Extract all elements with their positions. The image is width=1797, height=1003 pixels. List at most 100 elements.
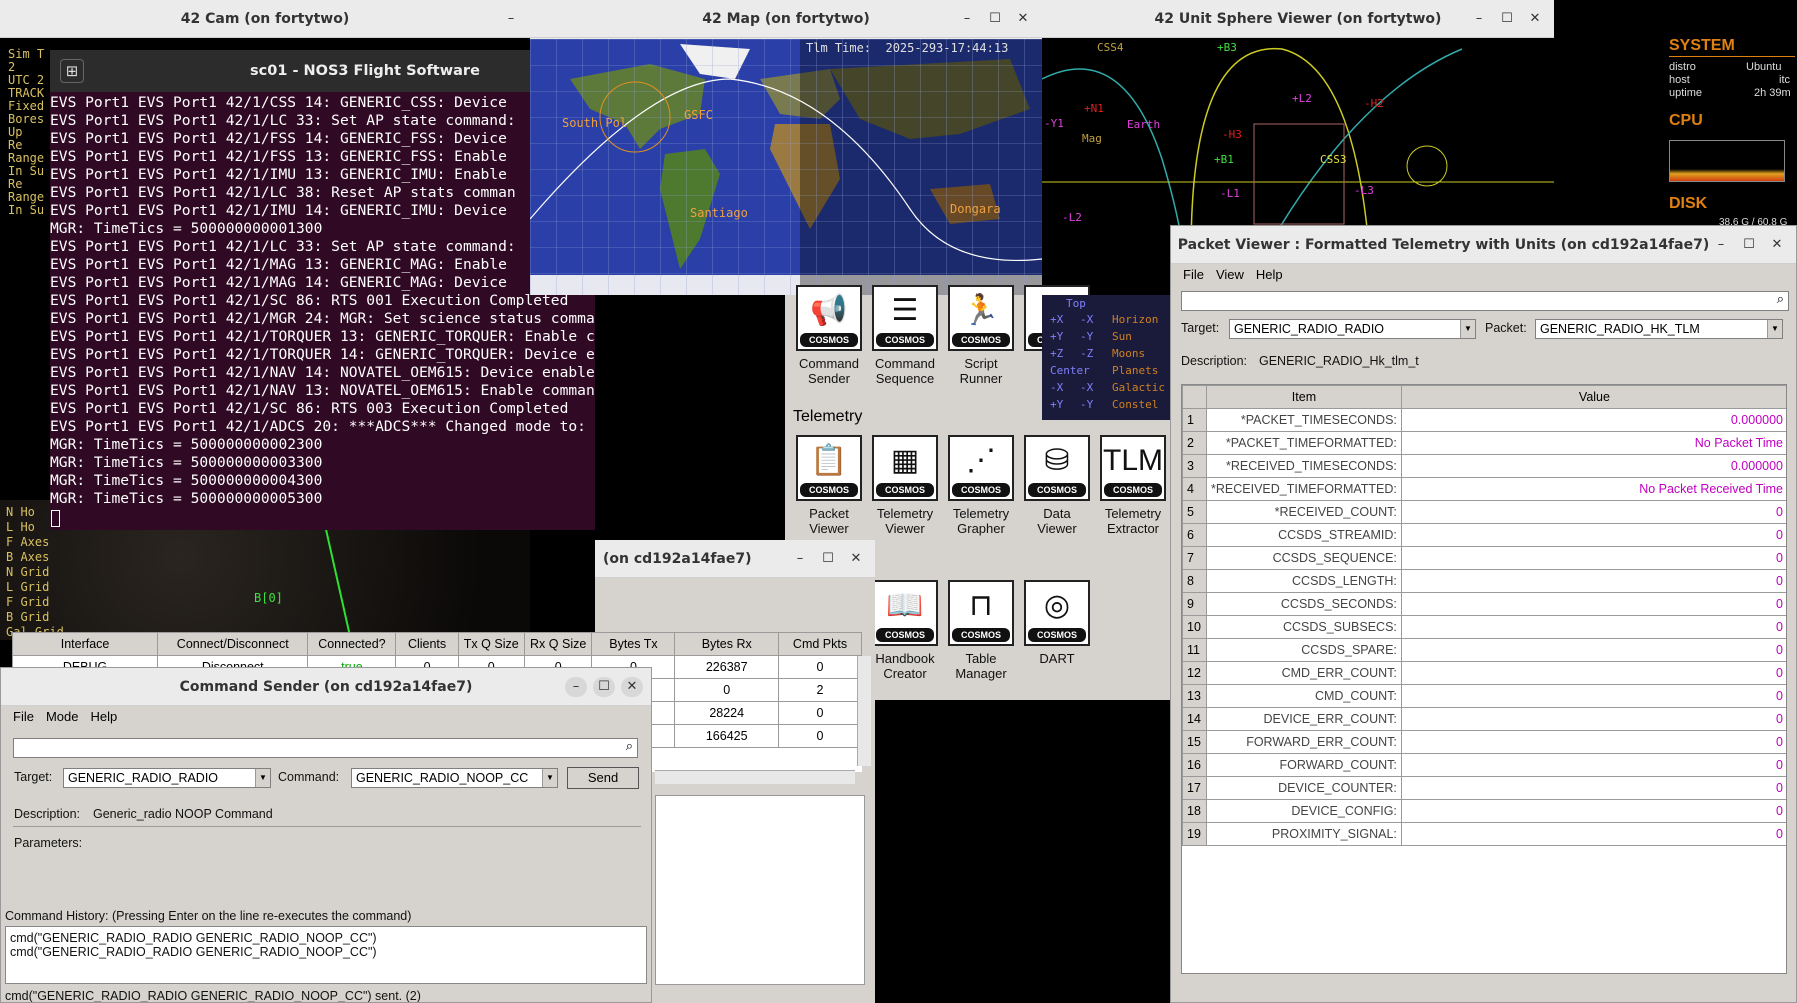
table-row[interactable]: 5 *RECEIVED_COUNT: 0: [1182, 500, 1786, 524]
tlm-launcher[interactable]: TLM COSMOS Telemetry Extractor: [1097, 435, 1169, 536]
minimize-icon[interactable]: –: [500, 9, 522, 29]
menu-mode[interactable]: Mode: [40, 706, 85, 728]
search-icon[interactable]: ⌕: [1777, 292, 1784, 307]
minimize-icon[interactable]: –: [1710, 235, 1732, 255]
iface-col-header[interactable]: Connected?: [307, 632, 397, 656]
panel-toggle[interactable]: Moons: [1112, 347, 1145, 360]
table-row[interactable]: 17 DEVICE_COUNTER: 0: [1182, 776, 1786, 800]
col-item[interactable]: Item: [1206, 385, 1402, 409]
panel-button[interactable]: +Z: [1050, 347, 1063, 360]
panel-button[interactable]: -Z: [1080, 347, 1093, 360]
packet-viewer-window[interactable]: Packet Viewer : Formatted Telemetry with…: [1170, 225, 1797, 1003]
table-row[interactable]: 1 *PACKET_TIMESECONDS: 0.000000: [1182, 408, 1786, 432]
packet-launcher[interactable]: 📋 COSMOS Packet Viewer: [793, 435, 865, 536]
megaphone-launcher[interactable]: 📢 COSMOS Command Sender: [793, 285, 865, 386]
search-icon[interactable]: ⌕: [626, 739, 633, 754]
vscrollbar[interactable]: [857, 656, 871, 766]
menu-file[interactable]: File: [1177, 264, 1210, 286]
table-row[interactable]: 18 DEVICE_CONFIG: 0: [1182, 799, 1786, 823]
packet-titlebar[interactable]: Packet Viewer : Formatted Telemetry with…: [1171, 226, 1796, 264]
table-row[interactable]: 15 FORWARD_ERR_COUNT: 0: [1182, 730, 1786, 754]
panel-button[interactable]: -X: [1050, 381, 1063, 394]
table-row[interactable]: 13 CMD_COUNT: 0: [1182, 684, 1786, 708]
close-icon[interactable]: ✕: [1012, 9, 1034, 29]
map-titlebar[interactable]: 42 Map (on fortytwo) – ☐ ✕: [530, 0, 1042, 38]
sender-titlebar[interactable]: Command Sender (on cd192a14fae7) – ☐ ✕: [1, 668, 651, 706]
database-launcher[interactable]: ⛁ COSMOS Data Viewer: [1021, 435, 1093, 536]
maximize-icon[interactable]: ☐: [984, 9, 1006, 29]
panel-toggle[interactable]: Galactic: [1112, 381, 1165, 394]
target-select[interactable]: GENERIC_RADIO_RADIO ▼: [1229, 319, 1476, 339]
panel-button[interactable]: +Y: [1050, 330, 1063, 343]
maximize-icon[interactable]: ☐: [1496, 9, 1518, 29]
table-row[interactable]: 10 CCSDS_SUBSECS: 0: [1182, 615, 1786, 639]
cam-menu-item[interactable]: L Grid: [6, 580, 64, 595]
sphere-titlebar[interactable]: 42 Unit Sphere Viewer (on fortytwo) – ☐ …: [1042, 0, 1554, 38]
table-row[interactable]: 11 CCSDS_SPARE: 0: [1182, 638, 1786, 662]
new-tab-icon[interactable]: ⊞: [60, 59, 84, 83]
iface-col-header[interactable]: Cmd Pkts: [778, 632, 862, 656]
cam-menu-item[interactable]: F Axes: [6, 535, 64, 550]
panel-toggle[interactable]: Horizon: [1112, 313, 1158, 326]
maximize-icon[interactable]: ☐: [817, 549, 839, 569]
terminal-output[interactable]: EVS Port1 EVS Port1 42/1/CSS 14: GENERIC…: [50, 94, 595, 508]
minimize-icon[interactable]: –: [565, 677, 587, 697]
cam-titlebar[interactable]: 42 Cam (on fortytwo) –: [0, 0, 530, 38]
close-icon[interactable]: ✕: [1524, 9, 1546, 29]
panel-button[interactable]: +Y: [1050, 398, 1063, 411]
cmdtlm-titlebar[interactable]: (on cd192a14fae7) – ☐ ✕: [595, 540, 875, 578]
cmdtlm-log-area[interactable]: [655, 795, 865, 985]
hscrollbar[interactable]: [655, 770, 855, 784]
target-launcher[interactable]: ◎ COSMOS DART: [1021, 580, 1093, 666]
table-row[interactable]: 2 *PACKET_TIMEFORMATTED: No Packet Time: [1182, 431, 1786, 455]
cam-menu-item[interactable]: F Grid: [6, 595, 64, 610]
command-select[interactable]: GENERIC_RADIO_NOOP_CC ▼: [351, 768, 558, 788]
panel-button[interactable]: Center: [1050, 364, 1090, 377]
graph-launcher[interactable]: ⋰ COSMOS Telemetry Grapher: [945, 435, 1017, 536]
minimize-icon[interactable]: –: [789, 549, 811, 569]
table-row[interactable]: 14 DEVICE_ERR_COUNT: 0: [1182, 707, 1786, 731]
close-icon[interactable]: ✕: [1766, 235, 1788, 255]
list-launcher[interactable]: ☰ COSMOS Command Sequence: [869, 285, 941, 386]
iface-col-header[interactable]: Clients: [395, 632, 459, 656]
maximize-icon[interactable]: ☐: [1738, 235, 1760, 255]
table-row[interactable]: 6 CCSDS_STREAMID: 0: [1182, 523, 1786, 547]
minimize-icon[interactable]: –: [956, 9, 978, 29]
screens-launcher[interactable]: ▦ COSMOS Telemetry Viewer: [869, 435, 941, 536]
packet-search-input[interactable]: ⌕: [1181, 291, 1789, 311]
history-entry[interactable]: cmd("GENERIC_RADIO_RADIO GENERIC_RADIO_N…: [10, 931, 650, 945]
minimize-icon[interactable]: –: [1468, 9, 1490, 29]
history-entry[interactable]: cmd("GENERIC_RADIO_RADIO GENERIC_RADIO_N…: [10, 945, 650, 959]
cam-menu-item[interactable]: B Grid: [6, 610, 64, 625]
col-value[interactable]: Value: [1400, 385, 1786, 409]
iface-col-header[interactable]: Tx Q Size: [457, 632, 525, 656]
menu-view[interactable]: View: [1210, 264, 1250, 286]
maximize-icon[interactable]: ☐: [593, 677, 615, 697]
iface-col-header[interactable]: Connect/Disconnect: [157, 632, 309, 656]
table-row[interactable]: 19 PROXIMITY_SIGNAL: 0: [1182, 822, 1786, 846]
panel-button[interactable]: -Y: [1080, 398, 1093, 411]
table-row[interactable]: 4 *RECEIVED_TIMEFORMATTED: No Packet Recei…: [1182, 477, 1786, 501]
panel-button[interactable]: -X: [1080, 313, 1093, 326]
table-row[interactable]: 3 *RECEIVED_TIMESECONDS: 0.000000: [1182, 454, 1786, 478]
target-select[interactable]: GENERIC_RADIO_RADIO ▼: [63, 768, 271, 788]
panel-toggle[interactable]: Sun: [1112, 330, 1132, 343]
packet-select[interactable]: GENERIC_RADIO_HK_TLM ▼: [1535, 319, 1783, 339]
panel-toggle[interactable]: Constel: [1112, 398, 1158, 411]
panel-button[interactable]: +X: [1050, 313, 1063, 326]
map-window[interactable]: 42 Map (on fortytwo) – ☐ ✕ Tlm Time: 202…: [530, 0, 1042, 295]
book-launcher[interactable]: 📖 COSMOS Handbook Creator: [869, 580, 941, 681]
panel-button[interactable]: -Y: [1080, 330, 1093, 343]
history-list[interactable]: cmd("GENERIC_RADIO_RADIO GENERIC_RADIO_N…: [5, 926, 647, 984]
sender-search-input[interactable]: ⌕: [13, 738, 638, 758]
menu-help[interactable]: Help: [1250, 264, 1289, 286]
iface-col-header[interactable]: Bytes Tx: [591, 632, 676, 656]
menu-file[interactable]: File: [7, 706, 40, 728]
send-button[interactable]: Send: [567, 767, 639, 789]
iface-col-header[interactable]: Rx Q Size: [523, 632, 593, 656]
panel-toggle[interactable]: Planets: [1112, 364, 1158, 377]
table-row[interactable]: 8 CCSDS_LENGTH: 0: [1182, 569, 1786, 593]
table-row[interactable]: 16 FORWARD_COUNT: 0: [1182, 753, 1786, 777]
table-row[interactable]: 7 CCSDS_SEQUENCE: 0: [1182, 546, 1786, 570]
iface-col-header[interactable]: Interface: [12, 632, 159, 656]
